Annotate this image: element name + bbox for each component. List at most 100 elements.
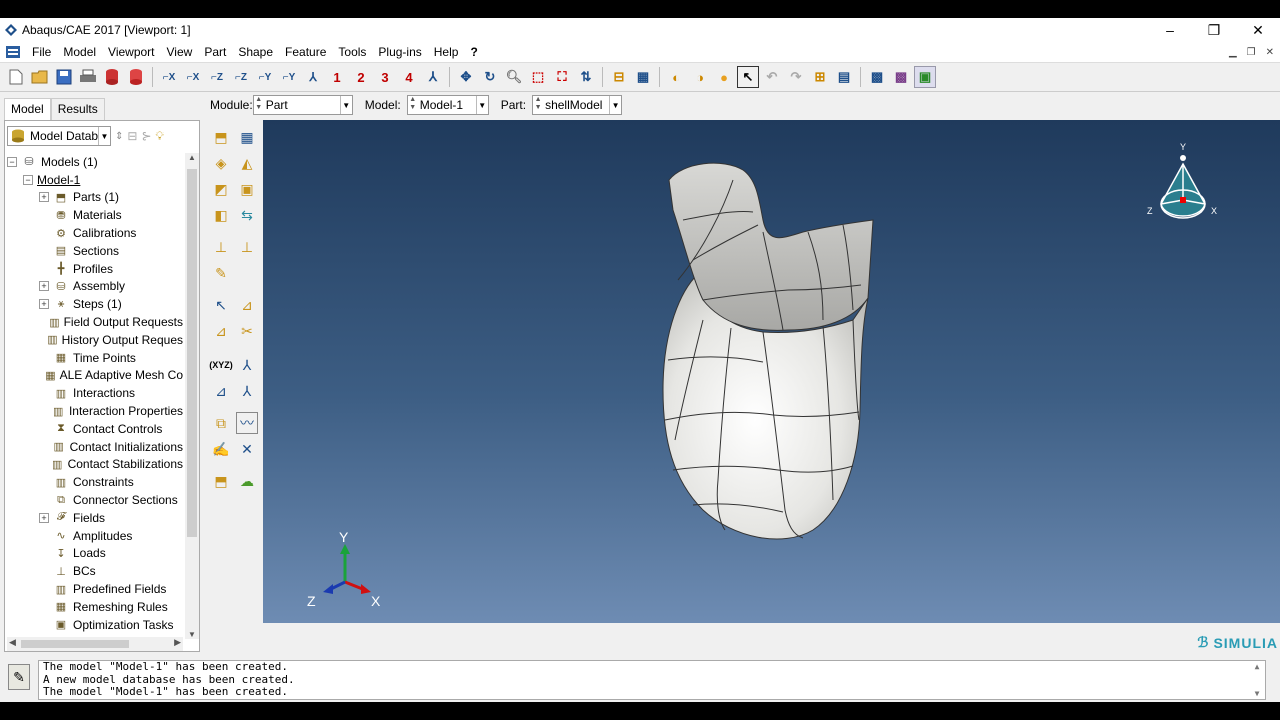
tree-item[interactable]: ∿ Amplitudes (7, 527, 183, 545)
tree-item[interactable]: ▥ Interaction Properties (7, 402, 183, 420)
expand-icon[interactable]: + (39, 512, 49, 523)
tab-results[interactable]: Results (50, 98, 105, 120)
tree-item[interactable]: ▥ Contact Initializations (7, 438, 183, 456)
view-x-icon[interactable]: ⌐X (158, 66, 180, 88)
view-1-button[interactable]: 1 (326, 66, 348, 88)
sketch-wave-icon[interactable]: 〰 (236, 412, 258, 434)
menu-shape[interactable]: Shape (232, 45, 279, 59)
color-code-icon[interactable]: ↖ (737, 66, 759, 88)
chevron-down-icon[interactable]: ▼ (98, 127, 110, 145)
tools-icon[interactable]: ✕ (236, 438, 258, 460)
viewport-canvas[interactable]: Y X Z Y X Z (263, 120, 1280, 623)
menu-feature[interactable]: Feature (279, 45, 332, 59)
display-group-manager-icon[interactable]: ▤ (833, 66, 855, 88)
scroll-thumb[interactable] (187, 169, 197, 537)
menu-tools[interactable]: Tools (332, 45, 372, 59)
view-iso-icon[interactable]: ⅄ (302, 66, 324, 88)
undo-icon[interactable]: ↶ (761, 66, 783, 88)
assign-icon[interactable]: ⬒ (210, 470, 232, 492)
menu-file[interactable]: File (26, 45, 57, 59)
tree-item[interactable]: + ⛁ Assembly (7, 278, 183, 296)
datum-plane-icon[interactable]: ⊿ (210, 380, 232, 402)
tree-item[interactable]: ↧ Loads (7, 545, 183, 563)
tree-model[interactable]: − Model-1 (7, 171, 183, 189)
collapse-icon[interactable]: − (7, 156, 17, 167)
mdi-close-button[interactable]: ✕ (1266, 47, 1274, 58)
partition-face-icon[interactable]: ⊥ (210, 236, 232, 258)
expand-icon[interactable]: + (39, 192, 49, 203)
menu-help[interactable]: Help (428, 45, 465, 59)
open-folder-icon[interactable] (29, 66, 51, 88)
database-combo[interactable]: Model Databa ▼ (7, 126, 111, 146)
tree-item[interactable]: ╋ Profiles (7, 260, 183, 278)
cycle-views-icon[interactable]: ⇅ (575, 66, 597, 88)
fit-view-icon[interactable]: ⛶ (551, 66, 573, 88)
repair-icon[interactable]: ⊿ (210, 320, 232, 342)
tree-horizontal-scrollbar[interactable]: ◀ ▶ (7, 637, 183, 651)
scroll-right-icon[interactable]: ▶ (174, 637, 181, 648)
tree-item[interactable]: ▥ History Output Reques (7, 331, 183, 349)
scroll-down-icon[interactable]: ▼ (185, 630, 199, 639)
query-tool-icon[interactable]: ✍ (210, 438, 232, 460)
tab-model[interactable]: Model (4, 98, 51, 120)
close-button[interactable]: ✕ (1236, 18, 1280, 42)
remove-selected-icon[interactable]: ◑ (689, 66, 711, 88)
expand-icon[interactable]: + (39, 281, 49, 292)
datum-point-icon[interactable]: ↖ (210, 294, 232, 316)
zoom-icon[interactable]: 🔍︎ (503, 66, 525, 88)
create-part-icon[interactable]: ⬒ (210, 126, 232, 148)
minimize-button[interactable]: – (1148, 18, 1192, 42)
message-area-toggle-icon[interactable]: ✎ (8, 664, 30, 690)
rotate-icon[interactable]: ↻ (479, 66, 501, 88)
replace-selected-icon[interactable]: ◐ (665, 66, 687, 88)
print-icon[interactable] (77, 66, 99, 88)
extrude-solid-icon[interactable]: ◈ (210, 152, 232, 174)
expand-tree-icon[interactable]: ⊟ (127, 129, 137, 143)
tree-item[interactable]: ▥ Interactions (7, 384, 183, 402)
create-round-icon[interactable]: ◧ (210, 204, 232, 226)
tree-item[interactable]: ▦ Remeshing Rules (7, 598, 183, 616)
tree-item[interactable]: ⧉ Connector Sections (7, 491, 183, 509)
database-load-icon[interactable] (125, 66, 147, 88)
create-shell-icon[interactable]: ◭ (236, 152, 258, 174)
tree-item[interactable]: ▥ Predefined Fields (7, 580, 183, 598)
query-icon[interactable]: ▦ (632, 66, 654, 88)
view-4-button[interactable]: 4 (398, 66, 420, 88)
show-all-icon[interactable]: ● (713, 66, 735, 88)
collapse-icon[interactable]: − (23, 174, 33, 185)
context-help-icon[interactable]: ? (464, 45, 483, 59)
view-neg-z-icon[interactable]: ⌐Z (230, 66, 252, 88)
model-combo[interactable]: ▲ ▼ Model-1 ▼ (406, 95, 489, 115)
datum-axis-icon[interactable]: ⊿ (236, 294, 258, 316)
tree-item[interactable]: ▦ Time Points (7, 349, 183, 367)
menu-part[interactable]: Part (198, 45, 232, 59)
redo-icon[interactable]: ↷ (785, 66, 807, 88)
tree-item[interactable]: ⧗ Contact Controls (7, 420, 183, 438)
menu-viewport[interactable]: Viewport (102, 45, 160, 59)
triad-view-icon[interactable]: ⅄ (422, 66, 444, 88)
datum-axis-rotate-icon[interactable]: ⅄ (236, 380, 258, 402)
module-spin-icon[interactable]: ▲ ▼ (254, 96, 264, 114)
create-blend-icon[interactable]: ⇆ (236, 204, 258, 226)
tree-vertical-scrollbar[interactable]: ▲ ▼ (185, 153, 199, 639)
render-wireframe-icon[interactable]: ▩ (866, 66, 888, 88)
datum-xyz-icon[interactable]: (XYZ) (209, 354, 233, 376)
mesh-icon[interactable]: ☁ (236, 470, 258, 492)
pan-icon[interactable]: ✥ (455, 66, 477, 88)
create-display-group-icon[interactable]: ⊞ (809, 66, 831, 88)
part-combo[interactable]: ▲ ▼ shellModel ▼ (532, 95, 623, 115)
virtual-topology-icon[interactable]: ✂ (236, 320, 258, 342)
menu-model[interactable]: Model (57, 45, 102, 59)
menu-view[interactable]: View (161, 45, 199, 59)
maximize-button[interactable]: ❐ (1192, 18, 1236, 42)
chevron-down-icon[interactable]: ▼ (339, 96, 352, 114)
select-icon[interactable]: ⊟ (608, 66, 630, 88)
mdi-restore-button[interactable]: ❐ (1247, 47, 1256, 58)
move-up-down-icon[interactable]: ⇕ (115, 131, 123, 142)
tree-item[interactable]: ⛃ Materials (7, 206, 183, 224)
tree-item[interactable]: ▣ Optimization Tasks (7, 616, 183, 634)
expand-icon[interactable]: + (39, 299, 49, 310)
edit-feature-icon[interactable]: ✎ (210, 262, 232, 284)
view-neg-x-icon[interactable]: ⌐X (182, 66, 204, 88)
tree-item[interactable]: ⚙ Calibrations (7, 224, 183, 242)
